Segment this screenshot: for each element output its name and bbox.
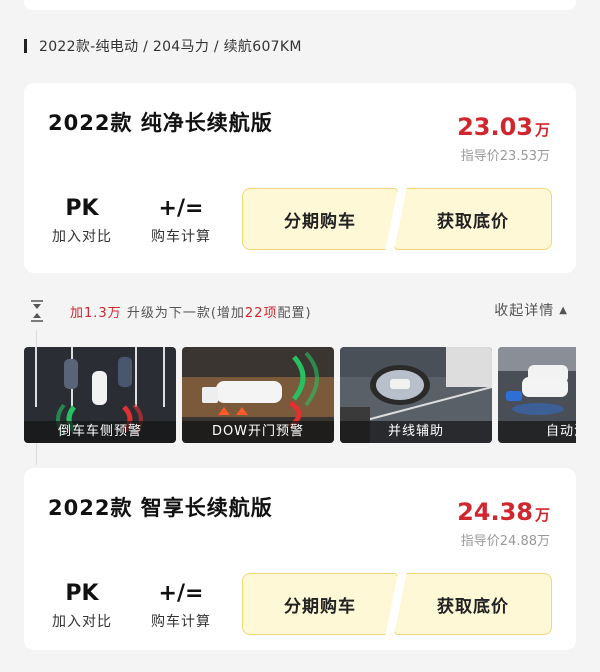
expand-arrows-icon (31, 300, 43, 322)
section-heading: 2022款-纯电动 / 204马力 / 续航607KM (24, 36, 302, 56)
purchase-calculator-button[interactable]: +/= 购车计算 (141, 195, 221, 246)
upgrade-suffix: 配置) (277, 306, 312, 321)
price-unit: 万 (534, 121, 550, 139)
trim-card[interactable]: 2022款 智享长续航版 24.38 万 指导价24.88万 PK 加入对比 +/… (24, 468, 576, 650)
trim-price: 23.03 万 (457, 113, 550, 141)
pk-icon: PK (65, 581, 99, 606)
feature-caption: 自动泊车 (498, 421, 576, 443)
feature-thumbnails[interactable]: 倒车车侧预警 DOW开门预警 并线辅助 自动 (24, 347, 576, 443)
get-lowest-price-button[interactable]: 获取底价 (394, 188, 552, 250)
get-lowest-price-button[interactable]: 获取底价 (394, 573, 552, 635)
trim-title: 2022款 智享长续航版 (48, 496, 273, 520)
upgrade-description: 加1.3万 升级为下一款(增加22项配置) (70, 302, 312, 321)
upgrade-count: 22项 (244, 306, 278, 321)
price-value: 24.38 (457, 498, 533, 526)
installment-button[interactable]: 分期购车 (242, 573, 398, 635)
feature-thumb-rear-cross-traffic[interactable]: 倒车车侧预警 (24, 347, 176, 443)
upgrade-text: 升级为下一款(增加 (121, 306, 245, 321)
upgrade-row: 加1.3万 升级为下一款(增加22项配置) 收起详情 ▲ (24, 296, 576, 326)
section-bar (24, 39, 27, 53)
installment-button[interactable]: 分期购车 (242, 188, 398, 250)
trim-price: 24.38 万 (457, 498, 550, 526)
add-compare-label: 加入对比 (52, 614, 112, 630)
calculator-icon: +/= (158, 196, 204, 221)
add-compare-label: 加入对比 (52, 229, 112, 245)
price-value: 23.03 (457, 113, 533, 141)
purchase-calculator-label: 购车计算 (151, 229, 211, 245)
previous-card-edge (24, 0, 576, 10)
trim-card[interactable]: 2022款 纯净长续航版 23.03 万 指导价23.53万 PK 加入对比 +/… (24, 83, 576, 273)
pk-icon: PK (65, 196, 99, 221)
calculator-icon: +/= (158, 581, 204, 606)
feature-thumb-lane-change[interactable]: 并线辅助 (340, 347, 492, 443)
purchase-calculator-label: 购车计算 (151, 614, 211, 630)
trim-title: 2022款 纯净长续航版 (48, 111, 273, 135)
add-compare-button[interactable]: PK 加入对比 (42, 580, 122, 631)
collapse-label: 收起详情 (494, 303, 555, 319)
add-compare-button[interactable]: PK 加入对比 (42, 195, 122, 246)
purchase-calculator-button[interactable]: +/= 购车计算 (141, 580, 221, 631)
feature-thumb-auto-parking[interactable]: 自动泊车 (498, 347, 576, 443)
upgrade-price-diff: 加1.3万 (70, 306, 122, 321)
feature-thumb-dow[interactable]: DOW开门预警 (182, 347, 334, 443)
chevron-up-icon: ▲ (559, 304, 568, 316)
price-unit: 万 (534, 506, 550, 524)
collapse-details-button[interactable]: 收起详情 ▲ (494, 300, 568, 320)
guide-price: 指导价24.88万 (460, 534, 550, 549)
guide-price: 指导价23.53万 (460, 149, 550, 164)
section-heading-text: 2022款-纯电动 / 204马力 / 续航607KM (39, 39, 302, 55)
feature-caption: 倒车车侧预警 (24, 421, 176, 443)
feature-caption: 并线辅助 (340, 421, 492, 443)
feature-caption: DOW开门预警 (182, 421, 334, 443)
